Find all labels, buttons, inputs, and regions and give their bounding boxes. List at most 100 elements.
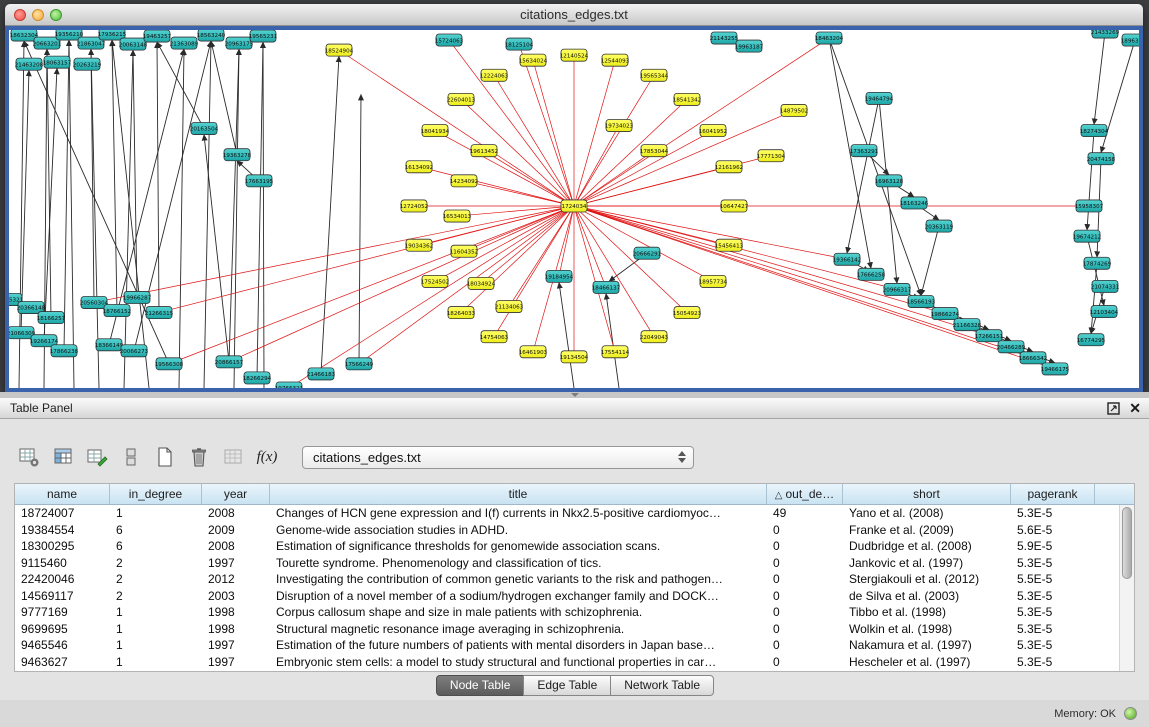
table-row[interactable]: 977716911998Corpus callosum shape and si… xyxy=(15,604,1134,621)
graph-node[interactable]: 21363089 xyxy=(170,37,199,49)
table-row[interactable]: 1456911722003Disruption of a novel membe… xyxy=(15,588,1134,605)
graph-node[interactable]: 20066273 xyxy=(120,345,149,357)
graph-node[interactable]: 19613452 xyxy=(470,145,498,157)
graph-node[interactable]: 21466183 xyxy=(307,368,336,380)
table-cell[interactable]: Estimation of the future numbers of pati… xyxy=(270,638,767,652)
graph-node[interactable]: 19463257 xyxy=(143,30,172,42)
graph-node[interactable]: 12724052 xyxy=(400,200,428,212)
table-cell[interactable]: Stergiakouli et al. (2012) xyxy=(843,572,1011,586)
function-builder-button[interactable]: f(x) xyxy=(254,444,280,470)
table-row[interactable]: 946362711997Embryonic stem cells: a mode… xyxy=(15,654,1134,671)
zoom-window-button[interactable] xyxy=(50,9,62,21)
table-cell[interactable]: Tourette syndrome. Phenomenology and cla… xyxy=(270,556,767,570)
table-cell[interactable]: 22420046 xyxy=(15,572,110,586)
table-cell[interactable]: 1 xyxy=(110,506,202,520)
table-cell[interactable]: 6 xyxy=(110,523,202,537)
table-cell[interactable]: 5.3E-5 xyxy=(1011,556,1095,570)
graph-node[interactable]: 19963187 xyxy=(735,40,764,52)
table-row[interactable]: 969969511998Structural magnetic resonanc… xyxy=(15,621,1134,638)
table-cell[interactable]: 1 xyxy=(110,605,202,619)
table-cell[interactable]: 1 xyxy=(110,638,202,652)
table-cell[interactable]: 19384554 xyxy=(15,523,110,537)
graph-node[interactable]: 16774295 xyxy=(1077,334,1106,346)
table-cell[interactable]: 5.3E-5 xyxy=(1011,638,1095,652)
table-row[interactable]: 946554611997Estimation of the future num… xyxy=(15,637,1134,654)
graph-node[interactable]: 19966287 xyxy=(123,291,152,303)
table-cell[interactable]: 1998 xyxy=(202,622,270,636)
graph-node[interactable]: 17874269 xyxy=(1083,257,1112,269)
table-cell[interactable]: 0 xyxy=(767,655,843,669)
table-cell[interactable]: 5.3E-5 xyxy=(1011,622,1095,636)
table-cell[interactable]: 1997 xyxy=(202,655,270,669)
table-cell[interactable]: 5.5E-5 xyxy=(1011,572,1095,586)
column-header-pagerank[interactable]: pagerank xyxy=(1011,484,1095,504)
table-row[interactable]: 2242004622012Investigating the contribut… xyxy=(15,571,1134,588)
graph-node[interactable]: 19034362 xyxy=(405,239,433,251)
graph-node[interactable]: 17866238 xyxy=(50,345,79,357)
graph-node[interactable]: 21166328 xyxy=(953,319,982,331)
graph-node[interactable]: 18264033 xyxy=(447,307,476,319)
graph-node[interactable]: 10647427 xyxy=(720,200,749,212)
graph-node[interactable]: 19565344 xyxy=(640,69,669,81)
table-cell[interactable]: 2008 xyxy=(202,506,270,520)
table-cell[interactable]: 0 xyxy=(767,523,843,537)
graph-node[interactable]: 19366142 xyxy=(833,253,861,265)
graph-node[interactable]: 18274304 xyxy=(1080,125,1109,137)
graph-node[interactable]: 19134504 xyxy=(560,351,589,363)
minimize-window-button[interactable] xyxy=(32,9,44,21)
table-cell[interactable]: 2 xyxy=(110,572,202,586)
graph-node[interactable]: 15054923 xyxy=(673,307,702,319)
table-cell[interactable]: Wolkin et al. (1998) xyxy=(843,622,1011,636)
table-cell[interactable]: 0 xyxy=(767,605,843,619)
table-cell[interactable]: 9699695 xyxy=(15,622,110,636)
table-scrollbar[interactable] xyxy=(1119,505,1134,671)
table-row[interactable]: 1830029562008Estimation of significance … xyxy=(15,538,1134,555)
window-titlebar[interactable]: citations_edges.txt xyxy=(5,4,1143,26)
graph-node[interactable]: 19566308 xyxy=(155,358,184,370)
graph-node[interactable]: 19734023 xyxy=(605,120,634,132)
table-cell[interactable]: Investigating the contribution of common… xyxy=(270,572,767,586)
table-row[interactable]: 1938455462009Genome-wide association stu… xyxy=(15,522,1134,539)
graph-node[interactable]: 19464794 xyxy=(865,92,894,104)
graph-node[interactable]: 20966317 xyxy=(883,283,912,295)
show-columns-button[interactable] xyxy=(50,444,76,470)
column-header-out_de[interactable]: △out_de… xyxy=(767,484,843,504)
graph-node[interactable]: 1724034 xyxy=(561,200,587,212)
table-cell[interactable]: 5.9E-5 xyxy=(1011,539,1095,553)
graph-node[interactable]: 18666342 xyxy=(1019,352,1047,364)
graph-node[interactable]: 20866157 xyxy=(215,356,244,368)
graph-node[interactable]: 18766152 xyxy=(103,305,131,317)
table-cell[interactable]: 0 xyxy=(767,589,843,603)
graph-node[interactable]: 21134063 xyxy=(495,301,524,313)
graph-node[interactable]: 19766321 xyxy=(275,382,304,388)
table-cell[interactable]: 2003 xyxy=(202,589,270,603)
graph-node[interactable]: 21143255 xyxy=(710,32,739,44)
network-file-select[interactable]: citations_edges.txt xyxy=(302,446,694,469)
table-cell[interactable]: 1 xyxy=(110,622,202,636)
float-panel-icon[interactable] xyxy=(1107,402,1120,415)
graph-node[interactable]: 15456413 xyxy=(715,239,744,251)
table-cell[interactable]: 5.3E-5 xyxy=(1011,506,1095,520)
graph-node[interactable]: 17554114 xyxy=(601,346,630,358)
graph-node[interactable]: 16134092 xyxy=(405,161,433,173)
tab-node-table[interactable]: Node Table xyxy=(436,675,525,696)
network-canvas[interactable]: 1724034121405241254409319565344185413421… xyxy=(9,30,1139,388)
table-cell[interactable]: Changes of HCN gene expression and I(f) … xyxy=(270,506,767,520)
network-window[interactable]: citations_edges.txt 17240341214052412544… xyxy=(5,4,1143,392)
table-cell[interactable]: Hescheler et al. (1997) xyxy=(843,655,1011,669)
column-header-in_degree[interactable]: in_degree xyxy=(110,484,202,504)
table-cell[interactable]: 2 xyxy=(110,556,202,570)
graph-node[interactable]: 18463204 xyxy=(815,32,844,44)
graph-node[interactable]: 17266151 xyxy=(975,330,1004,342)
table-cell[interactable]: 2008 xyxy=(202,539,270,553)
table-cell[interactable]: Dudbridge et al. (2008) xyxy=(843,539,1011,553)
graph-node[interactable]: 16461903 xyxy=(519,346,548,358)
graph-node[interactable]: 18957734 xyxy=(699,275,728,287)
table-cell[interactable]: Genome-wide association studies in ADHD. xyxy=(270,523,767,537)
graph-node[interactable]: 21074331 xyxy=(1091,280,1120,292)
graph-node[interactable]: 19466175 xyxy=(1041,363,1070,375)
graph-node[interactable]: 20466289 xyxy=(997,341,1026,353)
graph-node[interactable]: 18563240 xyxy=(197,30,226,41)
table-cell[interactable]: Yano et al. (2008) xyxy=(843,506,1011,520)
table-cell[interactable]: Franke et al. (2009) xyxy=(843,523,1011,537)
